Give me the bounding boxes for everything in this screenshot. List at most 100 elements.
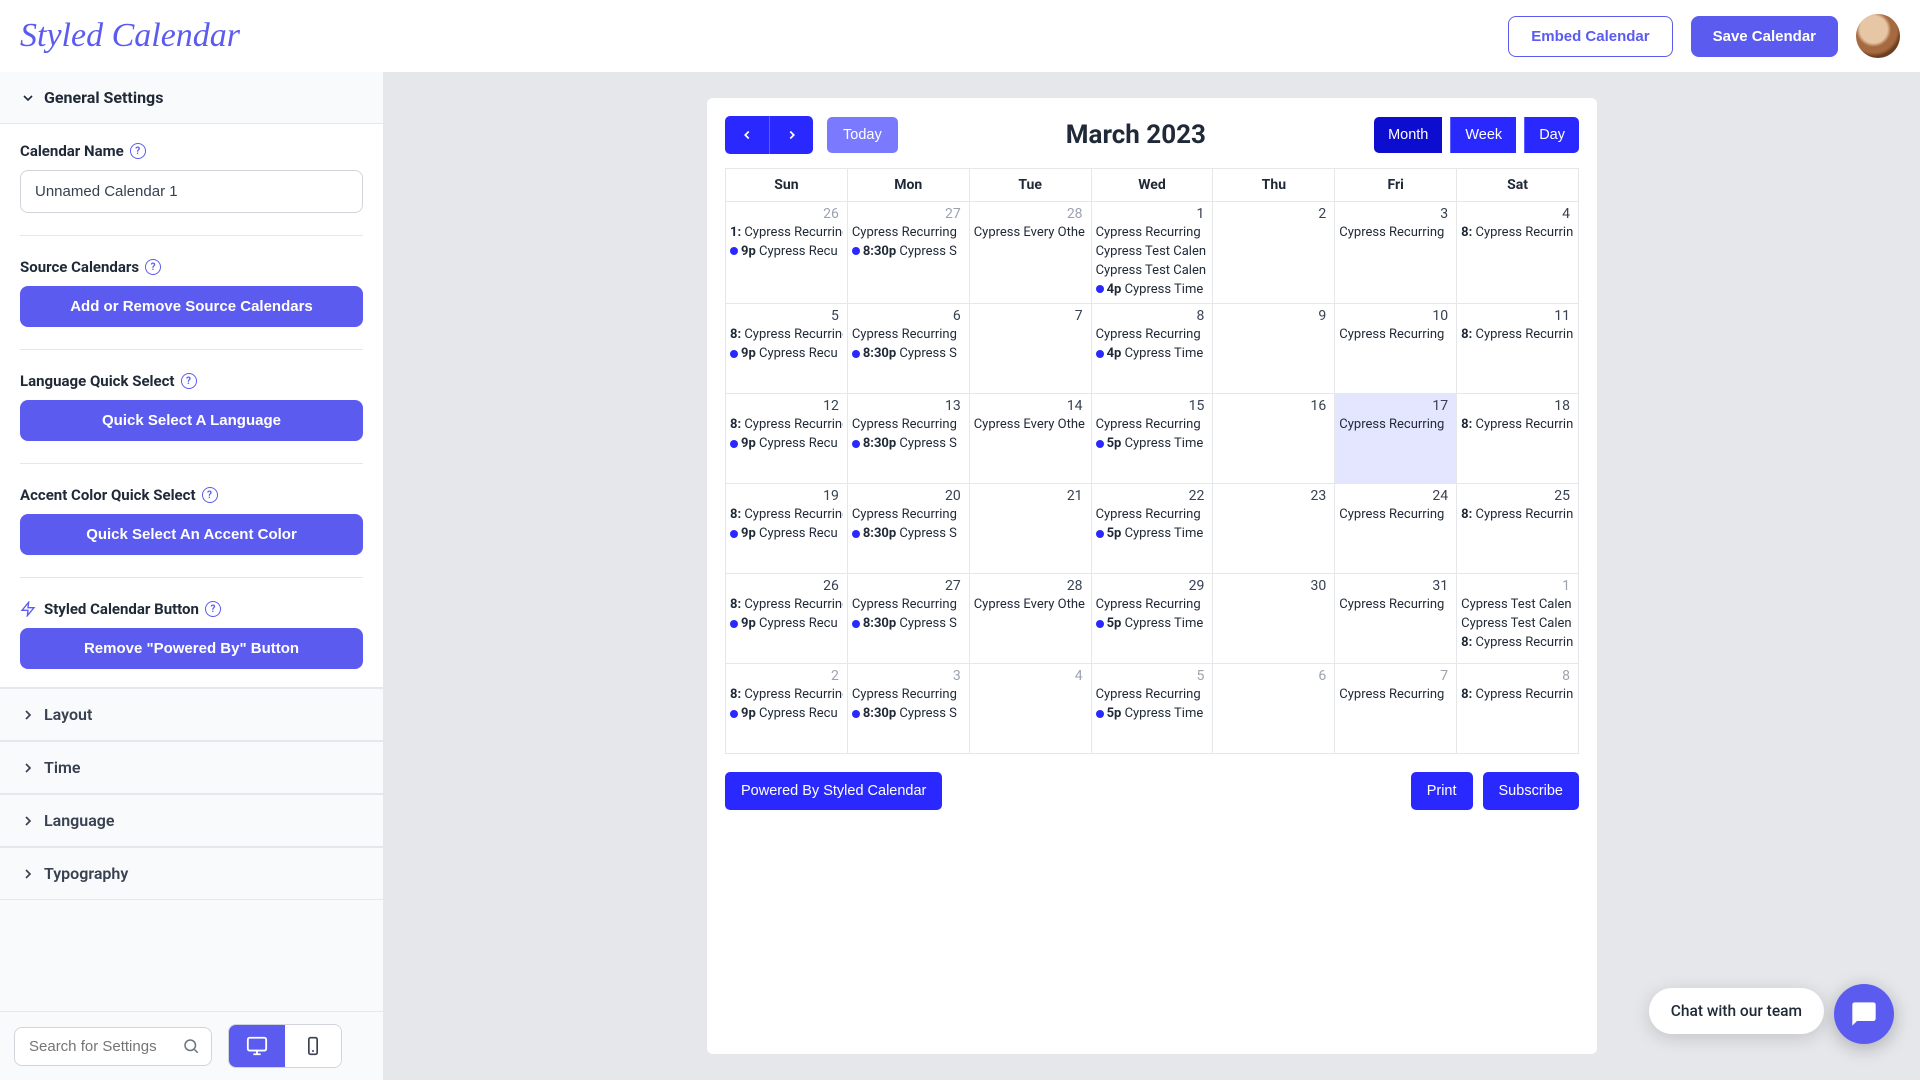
calendar-event[interactable]: 5p Cypress Time (1096, 525, 1209, 544)
calendar-cell[interactable]: 1Cypress RecurringCypress Test CalenCypr… (1092, 202, 1214, 304)
calendar-event[interactable]: 8: Cypress Recurring (730, 506, 843, 525)
calendar-cell[interactable]: 27Cypress Recurring8:30p Cypress S (848, 202, 970, 304)
calendar-cell[interactable]: 6 (1213, 664, 1335, 754)
calendar-cell[interactable]: 1Cypress Test CalenCypress Test Calen8: … (1457, 574, 1579, 664)
calendar-event[interactable]: 9p Cypress Recu (730, 435, 843, 454)
calendar-event[interactable]: Cypress Recurring (1096, 596, 1209, 615)
calendar-cell[interactable]: 21 (970, 484, 1092, 574)
accordion-typography[interactable]: Typography (0, 847, 383, 900)
calendar-cell[interactable]: 188: Cypress Recurrin (1457, 394, 1579, 484)
calendar-event[interactable]: 8:30p Cypress S (852, 243, 965, 262)
calendar-event[interactable]: Cypress Recurring (1339, 326, 1452, 345)
calendar-cell[interactable]: 261: Cypress Recurring9p Cypress Recu (726, 202, 848, 304)
calendar-cell[interactable]: 2 (1213, 202, 1335, 304)
calendar-cell[interactable]: 30 (1213, 574, 1335, 664)
help-icon[interactable]: ? (205, 601, 221, 617)
calendar-event[interactable]: 8: Cypress Recurrin (1461, 506, 1574, 525)
calendar-event[interactable]: 8:30p Cypress S (852, 435, 965, 454)
calendar-cell[interactable]: 4 (970, 664, 1092, 754)
calendar-event[interactable]: Cypress Every Othe (974, 596, 1087, 615)
calendar-name-input[interactable] (20, 170, 363, 213)
subscribe-button[interactable]: Subscribe (1483, 772, 1579, 810)
accordion-general-settings[interactable]: General Settings (0, 72, 383, 124)
accordion-layout[interactable]: Layout (0, 688, 383, 741)
calendar-cell[interactable]: 23 (1213, 484, 1335, 574)
calendar-event[interactable]: Cypress Recurring (852, 506, 965, 525)
calendar-event[interactable]: 8:30p Cypress S (852, 615, 965, 634)
calendar-event[interactable]: 8: Cypress Recurrin (1461, 416, 1574, 435)
help-icon[interactable]: ? (181, 373, 197, 389)
accordion-time[interactable]: Time (0, 741, 383, 794)
view-day-button[interactable]: Day (1524, 117, 1579, 153)
calendar-event[interactable]: Cypress Recurring (852, 596, 965, 615)
embed-calendar-button[interactable]: Embed Calendar (1508, 16, 1672, 57)
calendar-cell[interactable]: 128: Cypress Recurring9p Cypress Recu (726, 394, 848, 484)
calendar-event[interactable]: Cypress Recurring (1339, 506, 1452, 525)
calendar-event[interactable]: 8: Cypress Recurrin (1461, 326, 1574, 345)
calendar-event[interactable]: 9p Cypress Recu (730, 615, 843, 634)
calendar-event[interactable]: 9p Cypress Recu (730, 243, 843, 262)
help-icon[interactable]: ? (145, 259, 161, 275)
calendar-event[interactable]: 4p Cypress Time (1096, 345, 1209, 364)
today-button[interactable]: Today (827, 117, 898, 153)
calendar-cell[interactable]: 27Cypress Recurring8:30p Cypress S (848, 574, 970, 664)
calendar-event[interactable]: 8: Cypress Recurring (730, 596, 843, 615)
next-month-button[interactable] (769, 116, 813, 154)
calendar-cell[interactable]: 10Cypress Recurring (1335, 304, 1457, 394)
calendar-event[interactable]: 5p Cypress Time (1096, 435, 1209, 454)
calendar-cell[interactable]: 118: Cypress Recurrin (1457, 304, 1579, 394)
print-button[interactable]: Print (1411, 772, 1473, 810)
calendar-event[interactable]: 8: Cypress Recurrin (1461, 634, 1574, 653)
calendar-cell[interactable]: 198: Cypress Recurring9p Cypress Recu (726, 484, 848, 574)
calendar-event[interactable]: 8: Cypress Recurrin (1461, 686, 1574, 705)
help-icon[interactable]: ? (130, 143, 146, 159)
calendar-cell[interactable]: 24Cypress Recurring (1335, 484, 1457, 574)
calendar-cell[interactable]: 31Cypress Recurring (1335, 574, 1457, 664)
calendar-cell[interactable]: 48: Cypress Recurrin (1457, 202, 1579, 304)
desktop-view-button[interactable] (229, 1025, 285, 1067)
calendar-cell[interactable]: 268: Cypress Recurring9p Cypress Recu (726, 574, 848, 664)
mobile-view-button[interactable] (285, 1025, 341, 1067)
calendar-cell[interactable]: 58: Cypress Recurring9p Cypress Recu (726, 304, 848, 394)
calendar-event[interactable]: Cypress Recurring (1096, 416, 1209, 435)
calendar-event[interactable]: 8: Cypress Recurrin (1461, 224, 1574, 243)
calendar-event[interactable]: Cypress Every Othe (974, 224, 1087, 243)
calendar-cell[interactable]: 5Cypress Recurring5p Cypress Time (1092, 664, 1214, 754)
calendar-cell[interactable]: 13Cypress Recurring8:30p Cypress S (848, 394, 970, 484)
view-week-button[interactable]: Week (1450, 117, 1516, 153)
calendar-event[interactable]: Cypress Recurring (852, 686, 965, 705)
calendar-event[interactable]: 5p Cypress Time (1096, 615, 1209, 634)
accordion-language[interactable]: Language (0, 794, 383, 847)
view-month-button[interactable]: Month (1374, 117, 1442, 153)
calendar-event[interactable]: Cypress Recurring (1339, 596, 1452, 615)
calendar-event[interactable]: Cypress Recurring (852, 416, 965, 435)
calendar-cell[interactable]: 22Cypress Recurring5p Cypress Time (1092, 484, 1214, 574)
calendar-cell[interactable]: 29Cypress Recurring5p Cypress Time (1092, 574, 1214, 664)
calendar-event[interactable]: Cypress Recurring (1096, 686, 1209, 705)
calendar-event[interactable]: 8:30p Cypress S (852, 705, 965, 724)
quick-select-accent-button[interactable]: Quick Select An Accent Color (20, 514, 363, 555)
powered-by-button[interactable]: Powered By Styled Calendar (725, 772, 942, 810)
calendar-event[interactable]: 9p Cypress Recu (730, 705, 843, 724)
calendar-cell[interactable]: 9 (1213, 304, 1335, 394)
calendar-event[interactable]: Cypress Recurring (1339, 416, 1452, 435)
calendar-cell[interactable]: 17Cypress Recurring (1335, 394, 1457, 484)
calendar-event[interactable]: Cypress Recurring (852, 326, 965, 345)
calendar-cell[interactable]: 7Cypress Recurring (1335, 664, 1457, 754)
calendar-event[interactable]: Cypress Recurring (1096, 506, 1209, 525)
help-icon[interactable]: ? (202, 487, 218, 503)
calendar-event[interactable]: Cypress Every Othe (974, 416, 1087, 435)
calendar-cell[interactable]: 258: Cypress Recurrin (1457, 484, 1579, 574)
calendar-event[interactable]: Cypress Test Calen (1096, 243, 1209, 262)
calendar-event[interactable]: Cypress Recurring (1339, 686, 1452, 705)
calendar-event[interactable]: Cypress Test Calen (1096, 262, 1209, 281)
chat-launcher[interactable] (1834, 984, 1894, 1044)
remove-powered-by-button[interactable]: Remove "Powered By" Button (20, 628, 363, 669)
calendar-cell[interactable]: 28Cypress Every Othe (970, 202, 1092, 304)
calendar-cell[interactable]: 15Cypress Recurring5p Cypress Time (1092, 394, 1214, 484)
calendar-cell[interactable]: 6Cypress Recurring8:30p Cypress S (848, 304, 970, 394)
calendar-cell[interactable]: 88: Cypress Recurrin (1457, 664, 1579, 754)
calendar-cell[interactable]: 28: Cypress Recurring9p Cypress Recu (726, 664, 848, 754)
calendar-event[interactable]: 8: Cypress Recurring (730, 686, 843, 705)
calendar-event[interactable]: 1: Cypress Recurring (730, 224, 843, 243)
